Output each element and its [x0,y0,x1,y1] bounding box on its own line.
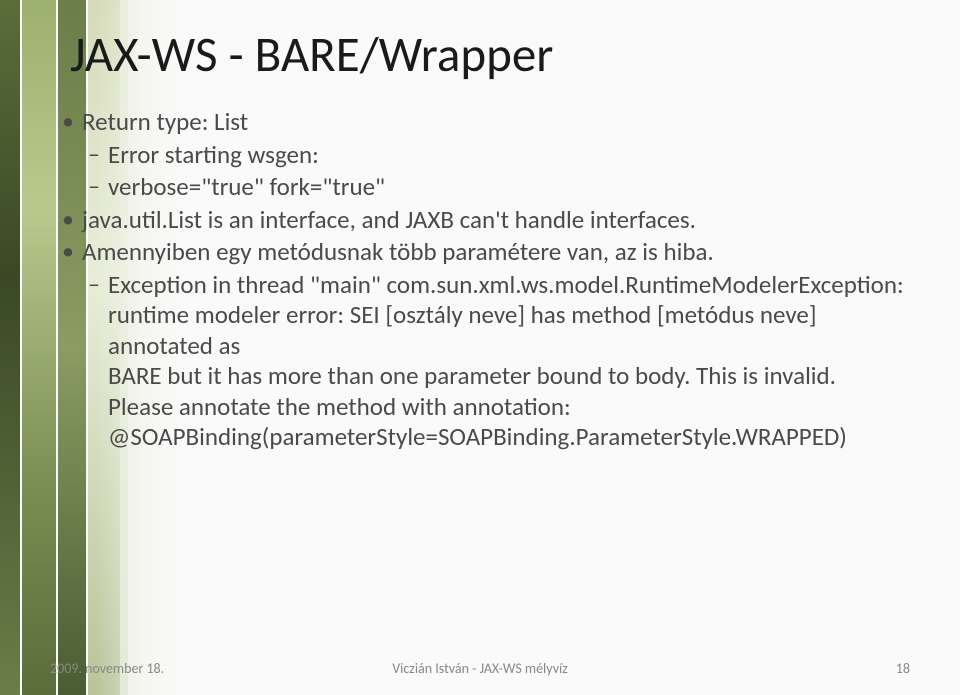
bullet-text: Return type: List [82,106,248,137]
bullet-text: Exception in thread "main" com.sun.xml.w… [108,269,904,361]
bullet-text: verbose="true" fork="true" [108,171,385,202]
slide-body: Return type: List Error starting wsgen: … [60,107,910,453]
bullet-text: java.util.List is an interface, and JAXB… [82,204,696,235]
bullet-subitem: Exception in thread "main" com.sun.xml.w… [60,270,910,453]
footer-author: Viczián István - JAX-WS mélyvíz [392,660,568,677]
bullet-item: Return type: List [60,107,910,138]
bullet-subitem: verbose="true" fork="true" [60,172,910,203]
bullet-item: java.util.List is an interface, and JAXB… [60,205,910,236]
bullet-text: BARE but it has more than one parameter … [108,360,836,391]
bullet-text: Error starting wsgen: [108,139,319,170]
bullet-text: Amennyiben egy metódusnak több paraméter… [82,236,714,267]
bullet-item: Amennyiben egy metódusnak több paraméter… [60,237,910,268]
slide-footer: 2009. november 18. Viczián István - JAX-… [0,660,960,677]
slide-title: JAX-WS - BARE/Wrapper [70,25,910,85]
bullet-text: Please annotate the method with annotati… [108,391,847,453]
slide-content: JAX-WS - BARE/Wrapper Return type: List … [0,0,960,453]
footer-page-number: 18 [896,660,910,677]
bullet-subitem: Error starting wsgen: [60,140,910,171]
footer-date: 2009. november 18. [50,660,164,677]
